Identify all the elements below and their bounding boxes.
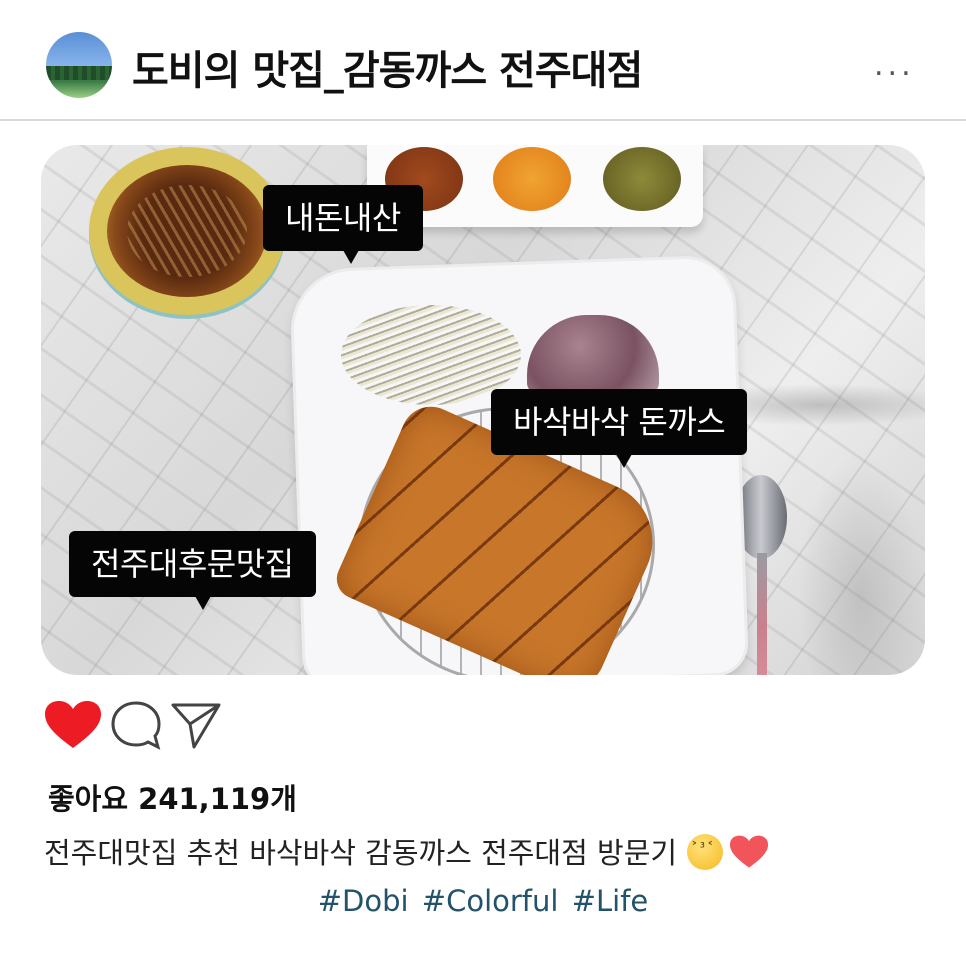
account-title[interactable]: 도비의 맛집_감동까스 전주대점 [132,38,643,96]
photo-tag[interactable]: 바삭바삭 돈까스 [491,389,748,468]
share-icon[interactable] [170,700,222,750]
spoon-handle [757,553,767,675]
spoon [735,475,787,559]
heart-icon[interactable] [44,700,102,750]
caption-text: 전주대맛집 추천 바삭바삭 감동까스 전주대점 방문기 [44,836,678,870]
red-heart-emoji-icon [730,835,769,868]
hashtag-list: #Dobi #Colorful #Life [0,884,966,918]
avatar-landscape [46,66,112,80]
kissing-face-emoji-icon [687,834,724,870]
action-bar [44,700,244,750]
post-photo[interactable]: 내돈내산 바삭바삭 돈까스 전주대후문맛집 [41,145,925,675]
soba-bowl [89,147,285,315]
header-divider [0,119,966,121]
post-header: 도비의 맛집_감동까스 전주대점 ... [0,0,966,120]
post-caption: 전주대맛집 추천 바삭바삭 감동까스 전주대점 방문기 [44,830,769,872]
hashtag-link[interactable]: #Life [572,884,649,918]
photo-tag[interactable]: 전주대후문맛집 [69,531,316,610]
more-icon[interactable]: ... [874,51,915,81]
likes-count[interactable]: 좋아요 241,119개 [48,776,297,818]
comment-icon[interactable] [110,700,162,752]
hashtag-link[interactable]: #Dobi [318,884,409,918]
avatar[interactable] [46,32,112,98]
hashtag-link[interactable]: #Colorful [422,884,559,918]
photo-tag[interactable]: 내돈내산 [263,185,423,264]
